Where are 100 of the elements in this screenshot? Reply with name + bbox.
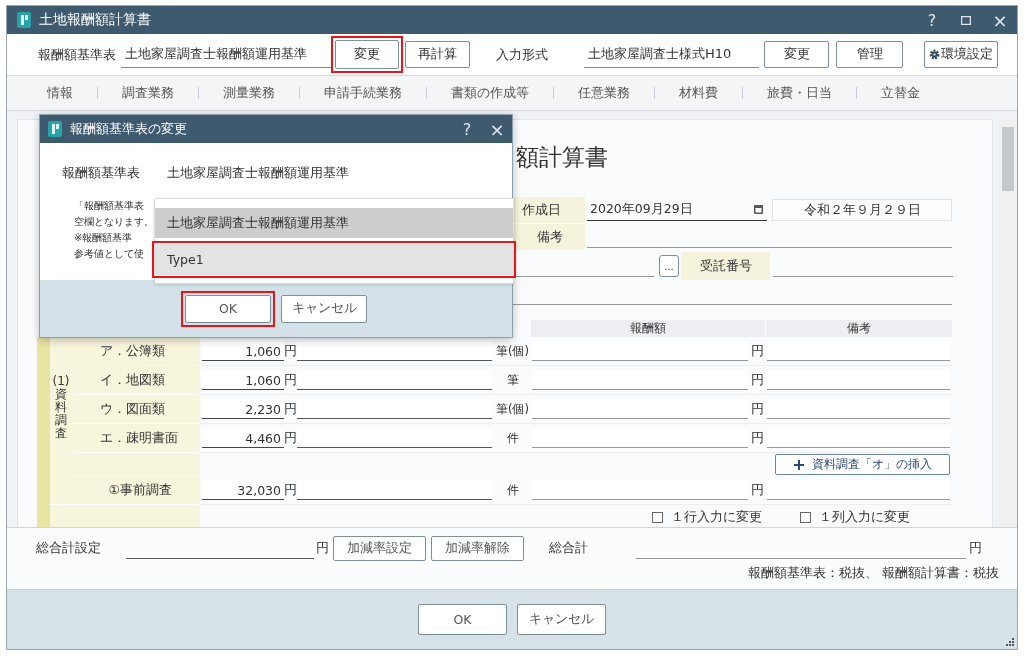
row-label: エ．疎明書面 [72,424,200,454]
input-field[interactable] [297,399,492,420]
note-text: ※報酬額基準 [74,231,133,245]
tab[interactable]: 測量業務 [199,84,299,103]
change-button[interactable]: 変更 [335,40,399,70]
cancel-button[interactable]: キャンセル [517,604,606,636]
dropdown-option[interactable]: 土地家屋調査士報酬額運用基準 [155,208,513,238]
field-label: 備考 [514,224,585,251]
remarks-field[interactable] [767,480,950,501]
tab[interactable]: 情報 [23,84,97,103]
field-label: 報酬額基準表 [62,165,141,182]
field-label: 総合計 [549,539,589,558]
unit-label: 円 [284,342,297,360]
logo-icon [17,12,31,28]
section-number: (1) [52,373,70,388]
plus-icon [793,459,804,470]
remarks-field[interactable] [767,399,950,420]
input-field[interactable] [297,370,492,391]
help-button[interactable]: ? [915,6,949,34]
row-label: イ．地図類 [72,366,200,396]
column-header: 報酬額 [530,320,765,338]
ok-button[interactable]: OK [418,604,507,636]
unit-label: 円 [284,429,297,447]
scrollbar-thumb[interactable] [1002,127,1014,192]
format-field[interactable]: 土地家屋調査士様式H10 [584,41,759,68]
tab[interactable]: 調査業務 [98,84,198,103]
window-title: 土地報酬額計算書 [39,11,151,29]
tab[interactable]: 申請手続業務 [300,84,426,103]
dropdown-option[interactable]: Type1 [155,244,513,275]
gear-icon [929,49,940,61]
unit-label: 円 [284,481,297,499]
unit-label: 円 [751,481,764,499]
settings-button[interactable]: 環境設定 [924,41,998,69]
dialog-title: 報酬額基準表の変更 [70,120,187,138]
input-field[interactable] [297,341,492,362]
reward-field[interactable] [532,480,748,501]
manage-button[interactable]: 管理 [836,41,903,69]
unit-label: 円 [751,371,764,389]
checkbox-label: １行入力に変更 [671,509,762,527]
clear-rate-button[interactable]: 加減率解除 [431,535,524,561]
fee-table-field[interactable]: 土地家屋調査士報酬額運用基準 [121,41,331,68]
set-rate-button[interactable]: 加減率設定 [333,535,426,561]
browse-button[interactable]: ... [659,255,679,278]
tax-note: 報酬額基準表：税抜、 報酬額計算書：税抜 [747,565,999,583]
field-label: 入力形式 [496,45,548,64]
amount-field[interactable]: 2,230 [202,399,284,420]
change-button[interactable]: 変更 [764,41,829,69]
reward-field[interactable] [532,341,748,362]
reward-field[interactable] [532,428,748,449]
checkbox[interactable] [652,512,663,524]
tab[interactable]: 材料費 [655,84,742,103]
row-label: ア．公簿類 [72,337,200,367]
field-label: 作成日 [514,197,585,224]
resize-grip-icon[interactable] [1006,638,1014,646]
checkbox-label: １列入力に変更 [819,509,910,527]
calendar-icon [754,205,763,215]
tab[interactable]: 書類の作成等 [427,84,553,103]
remarks-field[interactable] [767,341,950,362]
unit-label: 筆 [506,372,519,388]
tab[interactable]: 旅費・日当 [743,84,856,103]
recalculate-button[interactable]: 再計算 [405,41,470,69]
ok-button[interactable]: OK [185,294,271,323]
field-value: 土地家屋調査士報酬額運用基準 [167,165,349,182]
close-button[interactable]: × [482,115,512,143]
column-header: 備考 [765,320,952,338]
amount-field[interactable]: 32,030 [202,480,284,501]
tab[interactable]: 立替金 [857,84,944,103]
maximize-icon [961,15,971,25]
unit-label: 件 [506,430,519,446]
input-field[interactable] [297,480,492,501]
unit-label: 円 [284,400,297,418]
insert-button[interactable]: 資料調査「オ」の挿入 [775,454,950,476]
remarks-field[interactable] [767,370,950,391]
help-button[interactable]: ? [452,115,482,143]
era-date-display: 令和２年９月２９日 [772,199,952,222]
unit-label: 円 [969,539,982,558]
cancel-button[interactable]: キャンセル [281,294,367,323]
field-label: 総合計設定 [36,539,102,558]
reward-field[interactable] [532,370,748,391]
logo-icon [48,121,62,137]
tab[interactable]: 任意業務 [554,84,654,103]
amount-field[interactable]: 1,060 [202,341,284,362]
amount-field[interactable]: 1,060 [202,370,284,391]
unit-label: 円 [751,342,764,360]
amount-field[interactable]: 4,460 [202,428,284,449]
unit-label: 円 [751,400,764,418]
unit-label: 円 [316,539,329,558]
close-button[interactable]: × [983,6,1017,34]
note-text: 空欄となります。 [74,215,154,229]
remarks-field[interactable] [767,428,950,449]
section-label: 資料調査 [55,387,67,441]
input-field[interactable] [297,428,492,449]
reward-field[interactable] [532,399,748,420]
field-label: 報酬額基準表 [38,45,116,64]
field-label: 受託番号 [681,252,770,281]
note-text: 「報酬額基準表 [74,199,144,213]
checkbox[interactable] [800,512,811,524]
document-title: 額計算書 [516,144,608,171]
row-label: ウ．図面類 [72,395,200,425]
date-field[interactable]: 2020年09月29日 [587,199,767,222]
